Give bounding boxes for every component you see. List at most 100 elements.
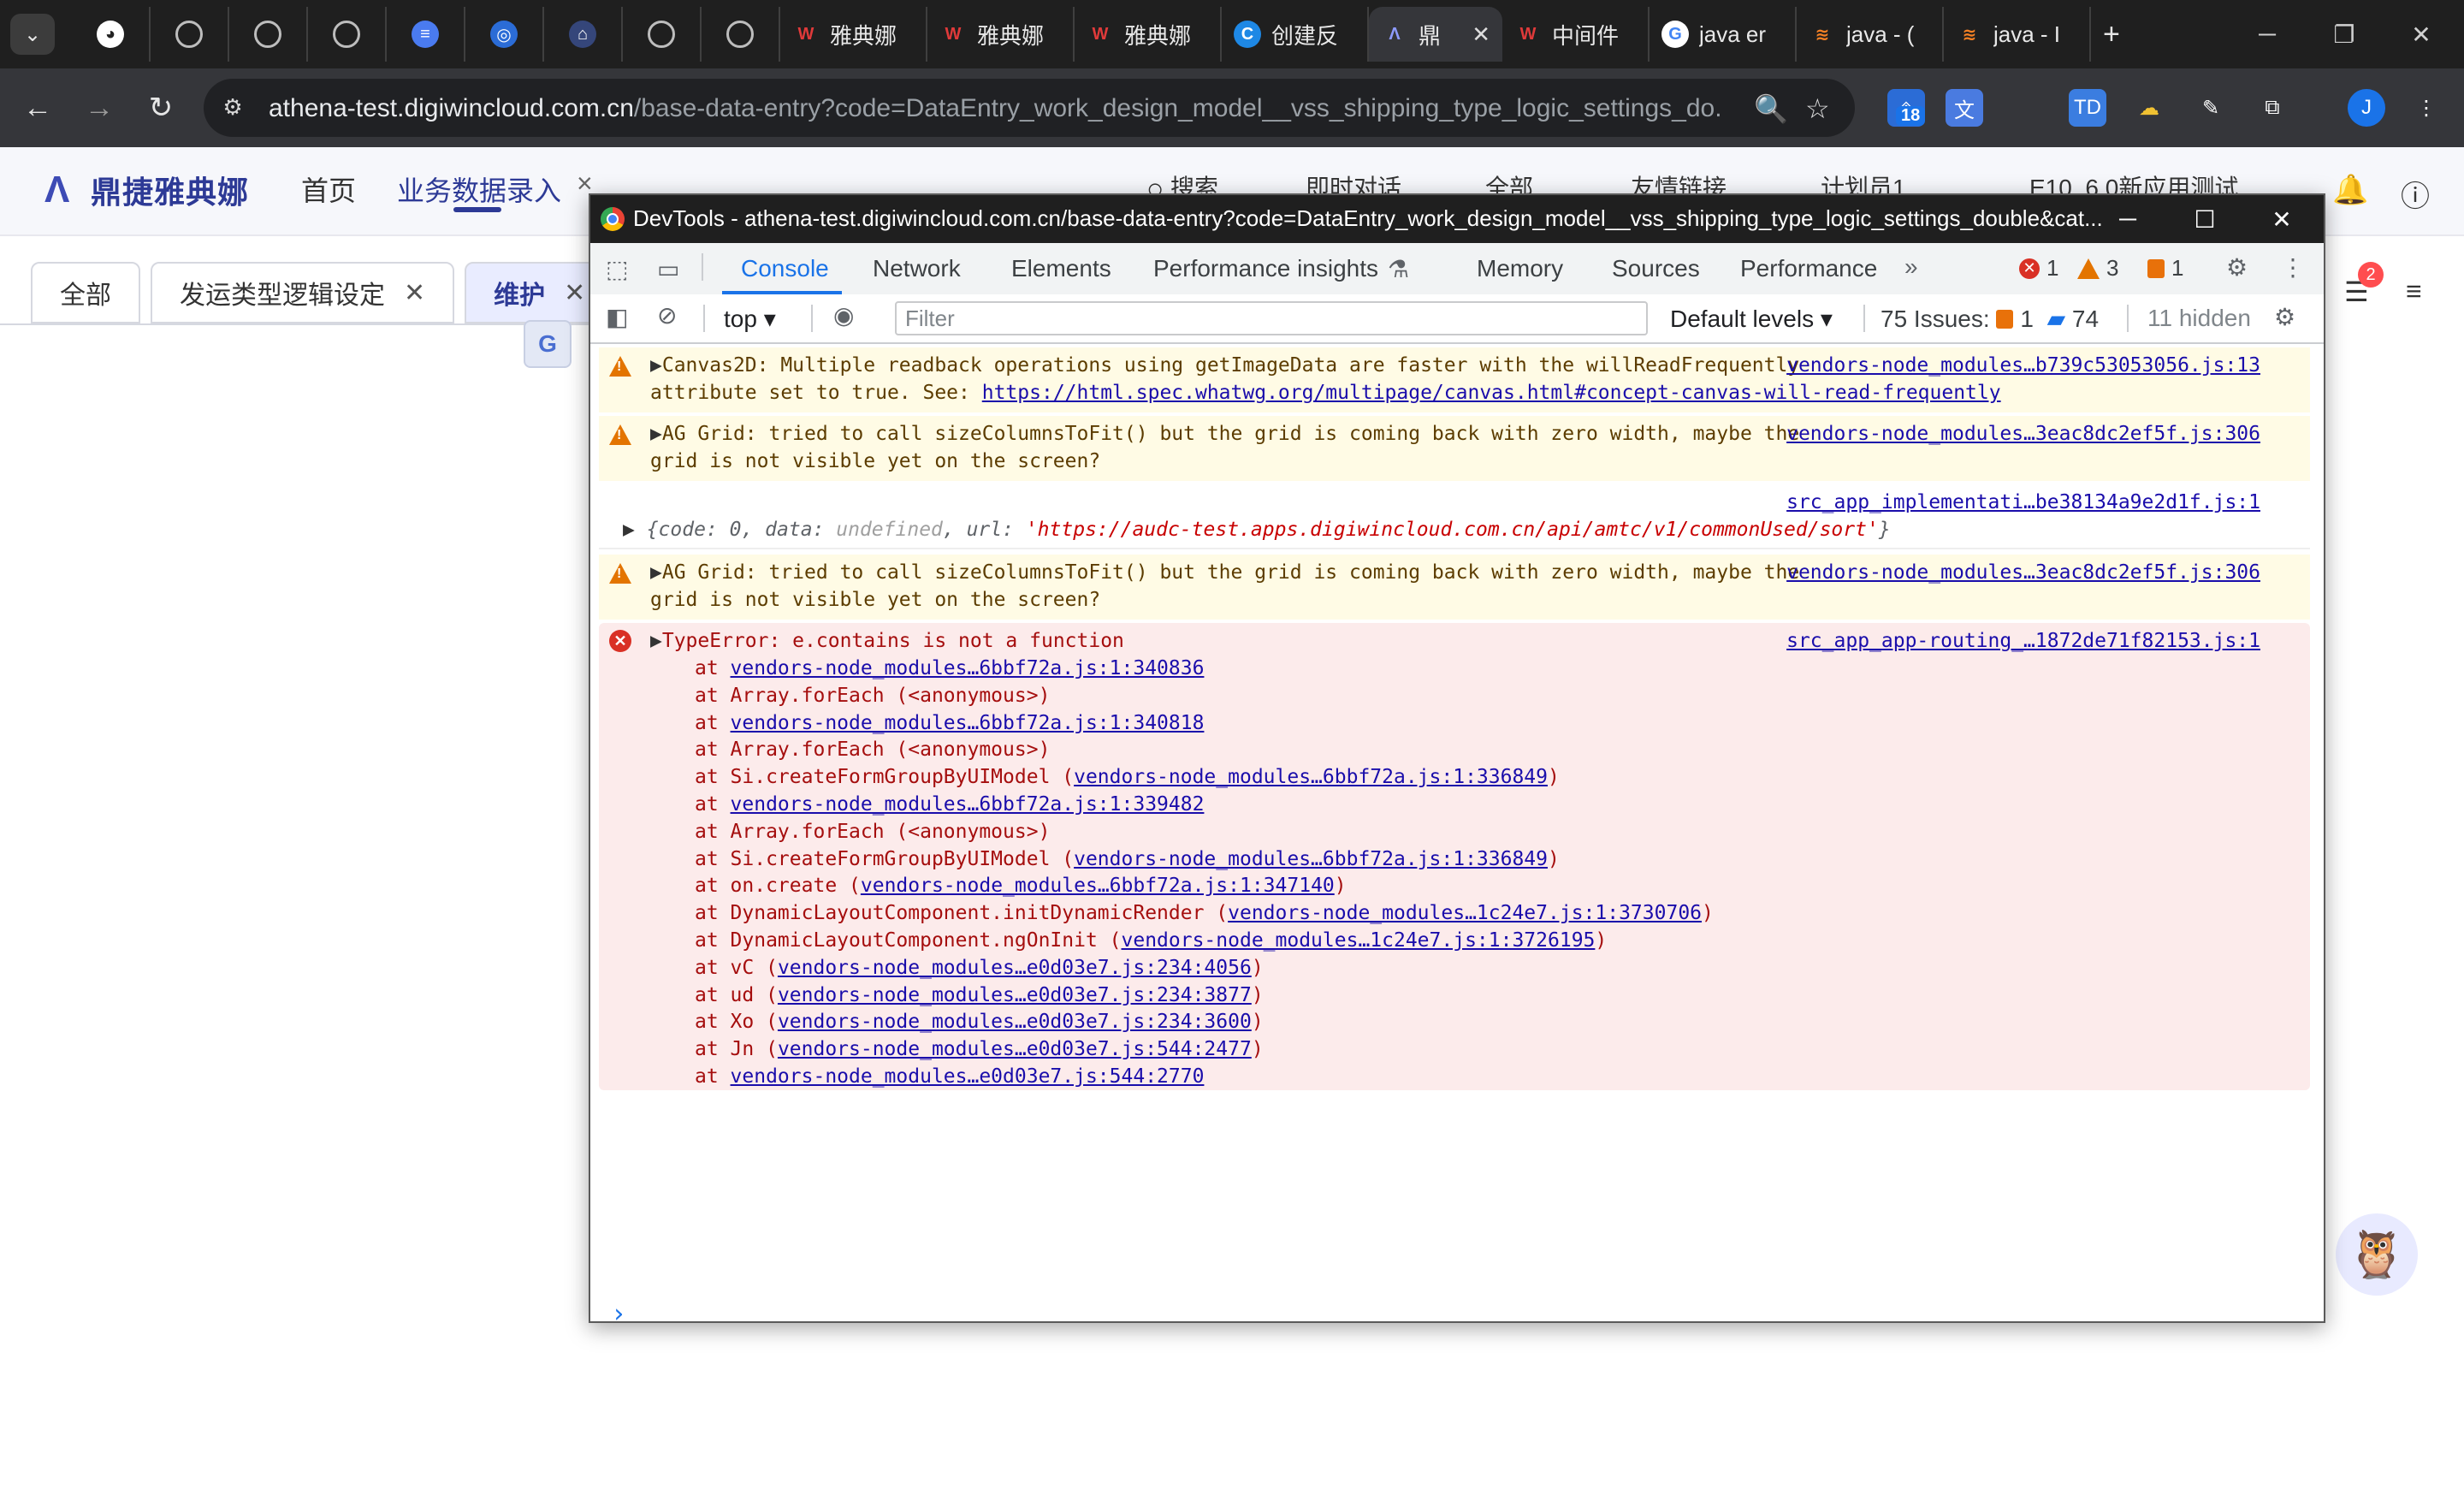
log-levels-dropdown[interactable]: Default levels ▾ — [1670, 305, 1833, 333]
source-link[interactable]: vendors-node_modules…3eac8dc2ef5f.js:306 — [1786, 423, 2260, 445]
reload-button[interactable]: ↻ — [142, 89, 180, 127]
source-link[interactable]: vendors-node_modules…3eac8dc2ef5f.js:306 — [1786, 561, 2260, 584]
new-tab-button[interactable]: + — [2103, 7, 2120, 62]
clear-console-icon[interactable]: ⊘ — [657, 301, 677, 329]
minimize-button[interactable]: ─ — [2224, 0, 2310, 68]
stack-frame-link[interactable]: vendors-node_modules…e0d03e7.js:234:4056 — [778, 957, 1252, 979]
browser-tab[interactable]: C 创建反 — [1222, 7, 1369, 62]
browser-tab[interactable]: W 雅典娜 — [1075, 7, 1222, 62]
assistant-owl-icon[interactable]: 🦉 — [2336, 1213, 2418, 1296]
close-icon[interactable]: ✕ — [404, 278, 425, 308]
issues-counter[interactable]: 75 Issues: 1 ▰ 74 — [1881, 305, 2099, 333]
console-warning-message[interactable]: ▶AG Grid: tried to call sizeColumnsToFit… — [599, 416, 2310, 481]
browser-tab[interactable] — [229, 7, 308, 62]
nav-business-data-entry[interactable]: 业务数据录入 — [397, 169, 561, 209]
devtools-close-button[interactable]: ✕ — [2243, 195, 2320, 243]
site-info-icon[interactable]: ⚙ — [219, 94, 246, 122]
stack-frame-link[interactable]: vendors-node_modules…6bbf72a.js:1:336849 — [1074, 848, 1548, 870]
console-error-message[interactable]: ✕ ▶TypeError: e.contains is not a functi… — [599, 623, 2310, 1090]
translate-extension-icon[interactable]: 文 — [1946, 89, 1983, 127]
back-button[interactable]: ← — [19, 89, 56, 127]
context-selector[interactable]: top ▾ — [724, 305, 776, 333]
address-bar[interactable]: ⚙ athena-test.digiwincloud.com.cn/base-d… — [204, 79, 1855, 137]
inspect-element-icon[interactable]: ⬚ — [606, 255, 628, 283]
browser-menu-icon[interactable]: ⋮ — [2408, 89, 2445, 127]
sidebar-toggle-icon[interactable]: ◧ — [606, 303, 628, 331]
nav-home[interactable]: 首页 — [301, 169, 356, 209]
more-tabs-icon[interactable]: » — [1904, 253, 1918, 281]
browser-tab[interactable]: W 中间件 — [1502, 7, 1650, 62]
browser-tab[interactable]: ≡ — [387, 7, 465, 62]
warning-count[interactable]: 3 — [2077, 255, 2118, 282]
forward-button[interactable]: → — [80, 89, 118, 127]
page-tab-all[interactable]: 全部 — [31, 262, 140, 323]
browser-tab[interactable]: ≋ java - I — [1944, 7, 2091, 62]
stack-frame-link[interactable]: vendors-node_modules…6bbf72a.js:1:336849 — [1074, 766, 1548, 788]
browser-tab[interactable]: Λ 鼎 ✕ — [1369, 7, 1502, 62]
stack-frame-link[interactable]: vendors-node_modules…1c24e7.js:1:3730706 — [1228, 902, 1702, 924]
extensions-puzzle-icon[interactable]: ⧉ — [2254, 89, 2291, 127]
close-window-button[interactable]: ✕ — [2378, 0, 2464, 68]
browser-tab[interactable]: Gjava er — [1650, 7, 1797, 62]
console-warning-message[interactable]: ▶AG Grid: tried to call sizeColumnsToFit… — [599, 555, 2310, 620]
browser-tab[interactable]: W 雅典娜 — [927, 7, 1075, 62]
tab-performance[interactable]: Performance — [1740, 243, 1877, 294]
zoom-icon[interactable]: 🔍 — [1754, 92, 1788, 125]
expand-arrow-icon[interactable]: ▶ — [650, 630, 662, 652]
td-extension-icon[interactable]: TD — [2069, 89, 2106, 127]
logo[interactable]: Λ 鼎捷雅典娜 — [44, 168, 249, 212]
stack-frame-link[interactable]: vendors-node_modules…e0d03e7.js:544:2770 — [731, 1065, 1205, 1088]
console-warning-message[interactable]: ▶Canvas2D: Multiple readback operations … — [599, 347, 2310, 412]
devtools-minimize-button[interactable]: ─ — [2089, 195, 2166, 243]
spec-link[interactable]: https://html.spec.whatwg.org/multipage/c… — [982, 382, 2001, 404]
live-expression-eye-icon[interactable]: ◉ — [833, 301, 854, 329]
source-link[interactable]: src_app_implementati…be38134a9e2d1f.js:1 — [1786, 491, 2260, 513]
browser-tab[interactable]: ≋ java - ( — [1797, 7, 1944, 62]
stack-frame-link[interactable]: vendors-node_modules…e0d03e7.js:234:3600 — [778, 1011, 1252, 1033]
console-log-message[interactable]: src_app_implementati…be38134a9e2d1f.js:1… — [599, 484, 2310, 549]
device-toolbar-icon[interactable]: ▭ — [657, 255, 679, 283]
browser-tab[interactable]: ◕ — [72, 7, 151, 62]
console-prompt[interactable]: › — [611, 1299, 626, 1329]
expand-arrow-icon[interactable]: ▶ — [623, 519, 647, 541]
help-icon[interactable]: ⓘ — [2401, 173, 2430, 215]
stack-frame-link[interactable]: vendors-node_modules…6bbf72a.js:1:340836 — [731, 657, 1205, 679]
list-icon[interactable]: ≡ — [2406, 276, 2422, 307]
console-settings-gear-icon[interactable]: ⚙ — [2274, 303, 2295, 331]
tab-search-button[interactable]: ⌄ — [10, 14, 55, 55]
stack-frame-link[interactable]: vendors-node_modules…6bbf72a.js:1:340818 — [731, 712, 1205, 734]
url-text[interactable]: athena-test.digiwincloud.com.cn/base-dat… — [269, 94, 1723, 123]
page-tab-shipping-type[interactable]: 发运类型逻辑设定 ✕ — [151, 262, 455, 323]
stack-frame-link[interactable]: vendors-node_modules…e0d03e7.js:234:3877 — [778, 984, 1252, 1006]
source-link[interactable]: vendors-node_modules…b739c53053056.js:13 — [1786, 354, 2260, 377]
error-count[interactable]: ✕ 1 — [2019, 255, 2058, 282]
close-icon[interactable]: ✕ — [1472, 21, 1490, 48]
kebab-menu-icon[interactable]: ⋮ — [2281, 253, 2305, 282]
browser-tab[interactable]: ◎ — [465, 7, 544, 62]
browser-tab[interactable] — [702, 7, 780, 62]
console-filter-input[interactable]: Filter — [895, 301, 1648, 335]
stack-frame-link[interactable]: vendors-node_modules…6bbf72a.js:1:339482 — [731, 793, 1205, 816]
expand-arrow-icon[interactable]: ▶ — [650, 561, 662, 584]
tab-network[interactable]: Network — [873, 243, 961, 294]
browser-tab[interactable]: ⌂ — [544, 7, 623, 62]
weather-extension-icon[interactable]: ☁ — [2130, 89, 2168, 127]
pen-extension-icon[interactable]: ✎ — [2192, 89, 2230, 127]
tab-elements[interactable]: Elements — [1011, 243, 1111, 294]
stack-frame-link[interactable]: vendors-node_modules…1c24e7.js:1:3726195 — [1122, 929, 1596, 952]
translate-icon[interactable]: G — [524, 320, 572, 368]
tab-memory[interactable]: Memory — [1477, 243, 1563, 294]
settings-gear-icon[interactable]: ⚙ — [2226, 253, 2248, 282]
expand-arrow-icon[interactable]: ▶ — [650, 423, 662, 445]
stack-frame-link[interactable]: vendors-node_modules…6bbf72a.js:1:347140 — [861, 875, 1335, 897]
issue-count[interactable]: 1 — [2147, 255, 2183, 282]
stack-frame-link[interactable]: vendors-node_modules…e0d03e7.js:544:2477 — [778, 1038, 1252, 1060]
browser-tab[interactable] — [308, 7, 387, 62]
tab-performance-insights[interactable]: Performance insights — [1153, 243, 1378, 294]
bookmark-star-icon[interactable]: ☆ — [1805, 92, 1830, 125]
browser-tab[interactable] — [151, 7, 229, 62]
browser-tab[interactable]: W 雅典娜 — [780, 7, 927, 62]
close-icon[interactable]: ✕ — [564, 278, 585, 308]
devtools-maximize-button[interactable]: ☐ — [2166, 195, 2243, 243]
browser-tab[interactable] — [623, 7, 702, 62]
